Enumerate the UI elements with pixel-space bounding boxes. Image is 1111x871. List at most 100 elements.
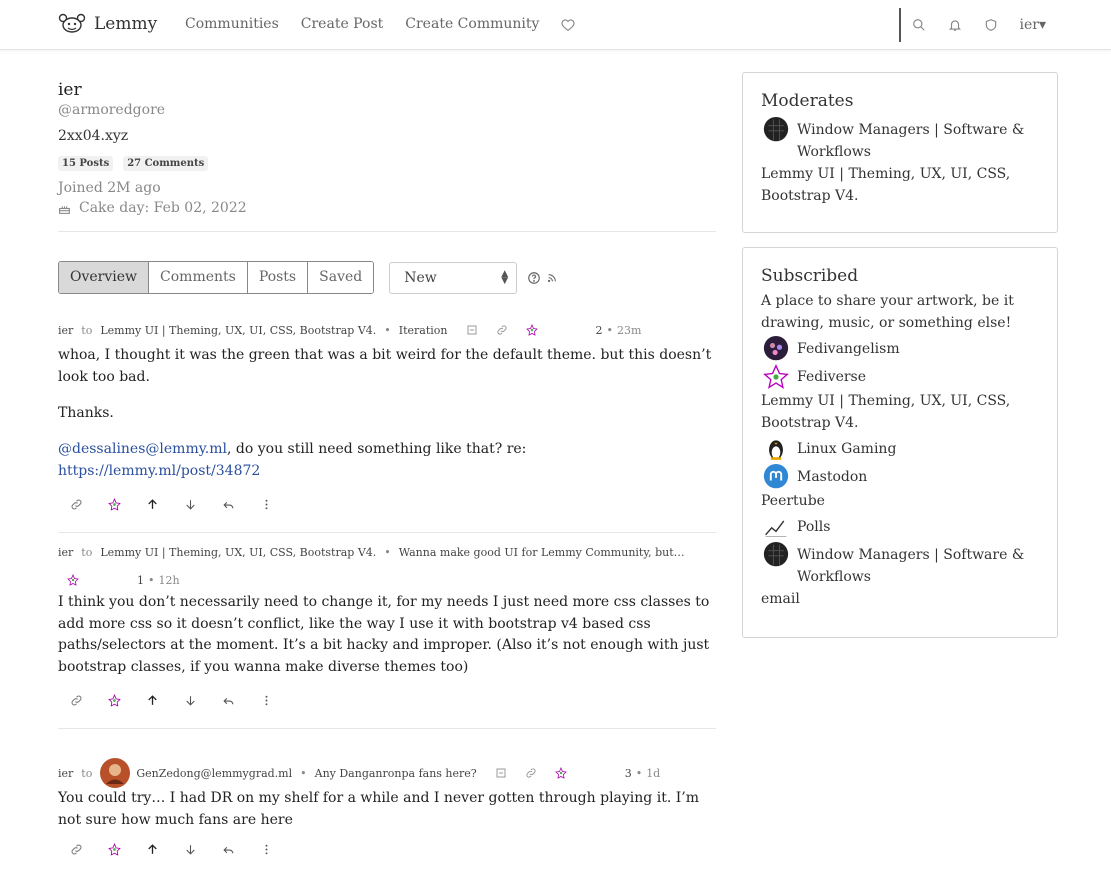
fediverse-button[interactable] [108,494,146,514]
fediverse-icon[interactable] [554,767,567,779]
downvote-button[interactable] [184,494,222,514]
comment-score: 1 [137,573,144,587]
comment-body: You could try… I had DR on my shelf for … [58,790,699,828]
link-icon [71,695,82,705]
comment-actions [58,839,716,859]
moderates-card: Moderates Window Managers | Software & W… [742,72,1058,233]
search-icon[interactable] [912,18,926,32]
reply-button[interactable] [222,839,260,859]
comment-community[interactable]: Lemmy UI | Theming, UX, UI, CSS, Bootstr… [100,546,376,559]
collapse-icon[interactable] [495,767,507,779]
community-link[interactable]: Polls [761,516,1039,540]
moderates-title: Moderates [761,91,854,111]
fediverse-icon [108,497,121,511]
comment-author[interactable]: ier [58,324,73,337]
arrow-up-icon [148,498,157,509]
user-dropdown[interactable]: ier▾ [1020,17,1047,33]
comment-meta: ier to Lemmy UI | Theming, UX, UI, CSS, … [58,544,716,560]
comment-community[interactable]: Lemmy UI | Theming, UX, UI, CSS, Bootstr… [100,324,376,337]
comment-post-title[interactable]: Any Danganronpa fans here? [315,767,477,780]
more-vertical-icon [265,499,268,509]
community-link[interactable]: Mastodon [761,464,1039,490]
comment-body: whoa, I thought it was the green that wa… [58,347,712,479]
donate-heart-icon[interactable] [561,18,576,32]
comment-divider [58,532,716,533]
user-mention-link[interactable]: @dessalines@lemmy.ml [58,441,227,457]
comment-meta-secondary: 1 • 12h [58,572,716,588]
more-button[interactable] [260,839,298,859]
shield-icon[interactable] [984,18,998,32]
comment-actions [58,494,716,514]
fediverse-icon [108,693,121,707]
upvote-button[interactable] [146,494,184,514]
reply-button[interactable] [222,690,260,710]
tab-overview[interactable]: Overview [59,262,149,293]
link-button[interactable] [70,839,108,859]
comment-post-title[interactable]: Iteration [399,324,448,337]
community-link[interactable]: Fediverse [761,364,1039,390]
tab-saved[interactable]: Saved [307,262,374,293]
link-button[interactable] [70,494,108,514]
fediverse-button[interactable] [108,690,146,710]
comment-author[interactable]: ier [58,767,73,780]
comment-meta: ier to GenZedong@lemmygrad.ml • Any Dang… [58,758,716,788]
more-vertical-icon [265,695,268,705]
rss-icon[interactable] [547,273,557,283]
arrow-up-icon [148,694,157,705]
community-icon [763,542,789,567]
reply-icon [223,501,234,508]
fediverse-icon [763,364,789,389]
community-link[interactable]: Window Managers | Software & Workflows [761,542,1039,588]
arrow-up-icon [148,843,157,854]
community-icon [763,117,789,142]
more-button[interactable] [260,494,298,514]
reply-button[interactable] [222,494,260,514]
comment-time: 1d [646,766,661,780]
community-link[interactable]: Lemmy UI | Theming, UX, UI, CSS, Bootstr… [761,163,1039,207]
nav-create-post[interactable]: Create Post [301,16,384,32]
community-link[interactable]: email [761,588,1039,610]
community-link[interactable]: Window Managers | Software & Workflows [761,117,1039,163]
view-tabs: Overview Comments Posts Saved [58,261,375,294]
community-icon [763,336,789,361]
downvote-button[interactable] [184,690,222,710]
arrow-down-icon [186,844,195,855]
tab-comments[interactable]: Comments [148,262,247,293]
brand-link[interactable]: Lemmy [58,13,157,35]
tab-posts[interactable]: Posts [246,262,308,293]
profile-handle[interactable]: @armoredgore [58,102,716,118]
avatar[interactable] [100,758,131,788]
community-link[interactable]: Peertube [761,490,1039,512]
arrow-down-icon [186,695,195,706]
link-button[interactable] [70,690,108,710]
bell-icon[interactable] [948,18,962,32]
reply-icon [223,846,234,853]
community-link[interactable]: Lemmy UI | Theming, UX, UI, CSS, Bootstr… [761,390,1039,434]
post-link[interactable]: https://lemmy.ml/post/34872 [58,463,260,479]
comment-recipient[interactable]: GenZedong@lemmygrad.ml [136,767,292,780]
upvote-button[interactable] [146,839,184,859]
downvote-button[interactable] [184,839,222,859]
collapse-icon[interactable] [466,324,478,336]
community-link[interactable]: Fedivangelism [761,336,1039,362]
lemmy-logo-icon [58,13,86,33]
sort-select[interactable]: New ▲ ▼ [389,261,518,294]
help-circle-icon[interactable] [527,271,541,285]
arrow-down-icon [186,499,195,510]
link-icon[interactable] [496,324,508,336]
fediverse-button[interactable] [108,839,146,859]
fediverse-icon[interactable] [67,574,79,586]
mastodon-icon [763,464,789,489]
comment-author[interactable]: ier [58,546,73,559]
upvote-button[interactable] [146,690,184,710]
community-link[interactable]: Linux Gaming [761,438,1039,462]
community-link[interactable]: A place to share your artwork, be it dra… [761,290,1039,334]
nav-create-community[interactable]: Create Community [405,16,539,32]
comment-meta: ier to Lemmy UI | Theming, UX, UI, CSS, … [58,323,642,337]
comment-post-title[interactable]: Wanna make good UI for Lemmy Community, … [399,546,685,559]
fediverse-icon[interactable] [525,324,538,336]
link-icon[interactable] [525,767,537,779]
more-button[interactable] [260,690,298,710]
nav-communities[interactable]: Communities [185,16,279,32]
link-icon [71,499,82,509]
